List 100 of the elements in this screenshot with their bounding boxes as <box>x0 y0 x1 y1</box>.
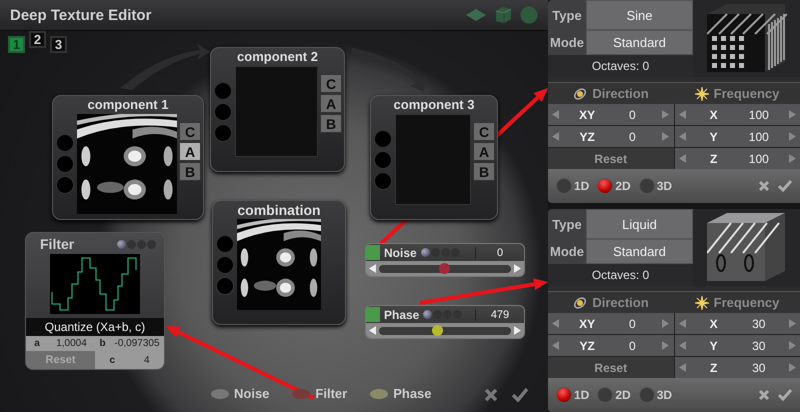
right-arrow-icon[interactable] <box>662 110 670 119</box>
param-field[interactable]: c 4 <box>95 354 164 366</box>
right-arrow-icon[interactable] <box>788 154 796 163</box>
slider-value: 479 <box>475 308 524 320</box>
slot-button[interactable]: B <box>473 162 495 181</box>
stone-icon <box>369 388 390 400</box>
mode-dropdown[interactable]: Standard <box>586 239 693 264</box>
slot-button[interactable]: B <box>179 162 201 181</box>
left-arrow-icon[interactable] <box>552 319 559 328</box>
module-button[interactable]: Filter <box>291 386 348 401</box>
module-button[interactable]: Noise <box>210 386 270 401</box>
dimension-radio[interactable]: 1D <box>556 387 590 403</box>
left-arrow-icon[interactable] <box>678 132 686 141</box>
right-arrow-icon[interactable] <box>788 319 796 328</box>
right-arrow-icon[interactable] <box>662 132 670 141</box>
slider-label: Phase <box>384 308 420 322</box>
frequency-heading: Frequency <box>714 86 780 101</box>
left-arrow-icon[interactable] <box>678 341 686 350</box>
slot-button[interactable]: B <box>320 114 342 133</box>
formula-label: Quantize (Xa+b, c) <box>26 318 164 336</box>
close-icon[interactable] <box>758 180 770 192</box>
spinner-field[interactable]: X 100 <box>674 104 800 125</box>
star-burst-icon <box>694 296 709 310</box>
slider-control[interactable]: Noise 0 <box>365 243 525 277</box>
checkmark-icon[interactable] <box>778 180 792 192</box>
layer-tab[interactable]: 1 <box>8 36 25 53</box>
slot-button[interactable]: A <box>179 142 201 161</box>
node-title: component 1 <box>88 96 168 114</box>
indicator-lights <box>117 240 156 248</box>
frequency-heading: Frequency <box>714 295 780 310</box>
left-arrow-icon[interactable] <box>369 326 376 335</box>
mode-dropdown[interactable]: Standard <box>586 30 693 55</box>
left-arrow-icon[interactable] <box>678 110 686 119</box>
node-title: component 3 <box>394 96 474 114</box>
window-title: Deep Texture Editor <box>10 6 152 24</box>
orbit-icon <box>573 296 588 310</box>
spinner-field[interactable]: XY 0 <box>548 313 674 334</box>
slider-control[interactable]: Phase 479 <box>365 305 525 339</box>
node-title: combination <box>237 201 321 219</box>
param-field[interactable]: a 1,0004 <box>26 338 95 349</box>
close-icon[interactable] <box>484 388 498 402</box>
right-arrow-icon[interactable] <box>788 110 796 119</box>
left-arrow-icon[interactable] <box>678 363 686 372</box>
slot-button[interactable]: A <box>320 94 342 113</box>
node-card[interactable]: component 1 C A B <box>52 95 204 220</box>
spinner-field[interactable]: XY 0 <box>548 104 674 125</box>
slot-button[interactable]: C <box>179 122 201 141</box>
plane-icon[interactable] <box>466 9 486 21</box>
slider-value: 0 <box>475 246 524 258</box>
left-arrow-icon[interactable] <box>552 110 559 119</box>
right-arrow-icon[interactable] <box>788 341 796 350</box>
dimension-radio[interactable]: 3D <box>638 178 672 194</box>
right-arrow-icon[interactable] <box>514 326 521 335</box>
spinner-field[interactable]: Y 100 <box>674 126 800 147</box>
sphere-icon[interactable] <box>520 6 538 24</box>
right-arrow-icon[interactable] <box>788 363 796 372</box>
reset-button[interactable]: Reset <box>548 357 674 378</box>
mode-label: Mode <box>548 30 586 55</box>
node-card[interactable]: combination <box>212 200 346 325</box>
mode-label: Mode <box>548 239 586 264</box>
right-arrow-icon[interactable] <box>514 264 521 273</box>
indicator-lights <box>423 310 462 319</box>
node-card[interactable]: component 2 C A B <box>210 47 345 172</box>
close-icon[interactable] <box>758 389 770 401</box>
type-label: Type <box>548 209 586 239</box>
left-arrow-icon[interactable] <box>552 132 559 141</box>
param-field[interactable]: b -0,097305 <box>95 338 164 349</box>
right-arrow-icon[interactable] <box>662 319 670 328</box>
right-arrow-icon[interactable] <box>788 132 796 141</box>
spinner-field[interactable]: X 30 <box>674 313 800 334</box>
spinner-field[interactable]: Z 100 <box>674 148 800 169</box>
layer-tab[interactable]: 3 <box>50 36 67 53</box>
stone-icon <box>291 388 312 400</box>
layer-tab[interactable]: 2 <box>29 31 46 48</box>
slot-button[interactable]: A <box>473 142 495 161</box>
dimension-radio[interactable]: 1D <box>556 178 590 194</box>
spinner-field[interactable]: Z 30 <box>674 357 800 378</box>
module-button[interactable]: Phase <box>369 386 432 401</box>
checkmark-icon[interactable] <box>512 388 528 402</box>
left-arrow-icon[interactable] <box>678 319 686 328</box>
dimension-radio[interactable]: 3D <box>638 387 672 403</box>
checkmark-icon[interactable] <box>778 389 792 401</box>
right-arrow-icon[interactable] <box>662 341 670 350</box>
node-card[interactable]: component 3 C A B <box>370 95 498 220</box>
left-arrow-icon[interactable] <box>552 341 559 350</box>
dimension-radio[interactable]: 2D <box>597 178 631 194</box>
reset-button[interactable]: Reset <box>548 148 674 169</box>
cube-icon[interactable] <box>494 6 512 24</box>
spinner-field[interactable]: Y 30 <box>674 335 800 356</box>
star-burst-icon <box>694 86 709 100</box>
indicator-lights <box>420 248 460 257</box>
left-arrow-icon[interactable] <box>369 264 376 273</box>
type-dropdown[interactable]: Sine <box>586 0 693 30</box>
type-dropdown[interactable]: Liquid <box>586 209 693 239</box>
spinner-field[interactable]: YZ 0 <box>548 335 674 356</box>
slot-button[interactable]: C <box>473 122 495 141</box>
left-arrow-icon[interactable] <box>678 154 686 163</box>
dimension-radio[interactable]: 2D <box>597 387 631 403</box>
spinner-field[interactable]: YZ 0 <box>548 126 674 147</box>
slot-button[interactable]: C <box>320 74 342 93</box>
